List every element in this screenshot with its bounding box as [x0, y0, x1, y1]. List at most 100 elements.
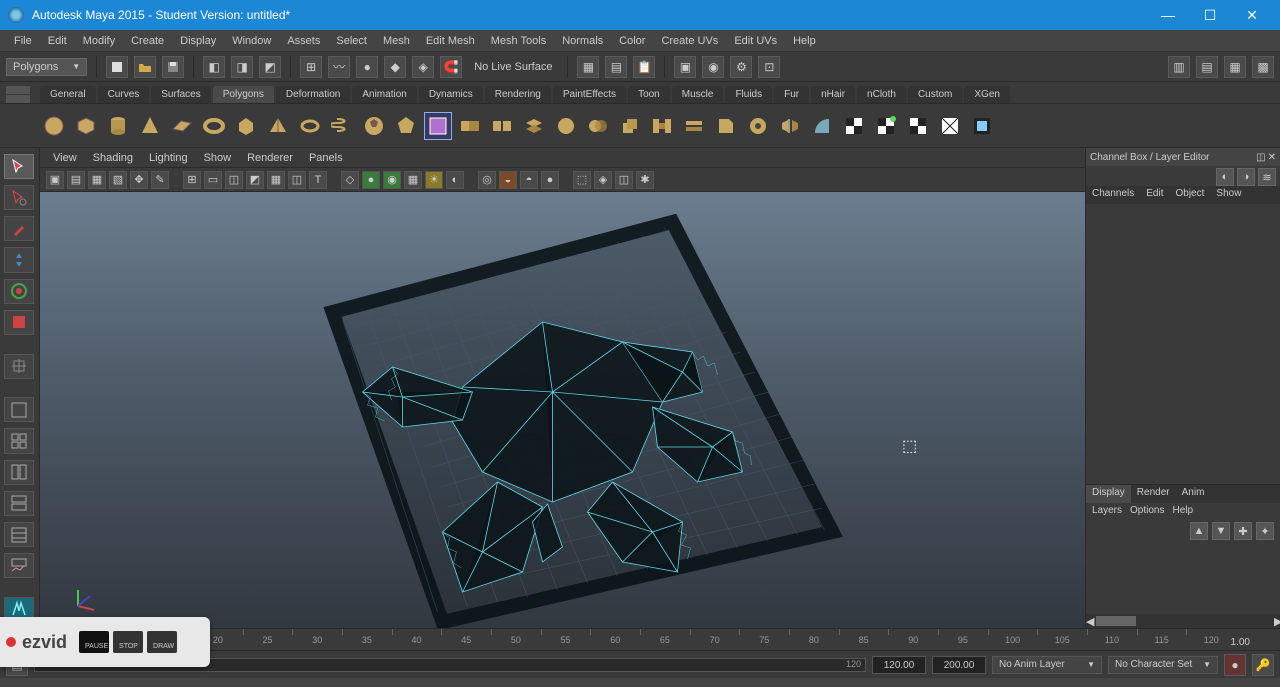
bookmarks-button[interactable]: ▦ [88, 171, 106, 189]
field-chart-button[interactable]: ▦ [267, 171, 285, 189]
render-frame-button[interactable]: ▣ [674, 56, 696, 78]
xray-button[interactable]: ◒ [499, 171, 517, 189]
layers-menu[interactable]: Layers [1092, 505, 1122, 516]
image-plane-button[interactable]: ▧ [109, 171, 127, 189]
panel-undock-button[interactable]: ◫ [1256, 152, 1265, 163]
menu-create[interactable]: Create [123, 33, 172, 49]
channel-manip-button[interactable]: ◐ [1216, 168, 1234, 186]
separate-button[interactable] [488, 112, 516, 140]
render-view-button[interactable]: ⊡ [758, 56, 780, 78]
single-pane-button[interactable] [4, 397, 34, 422]
selection-mask-component-button[interactable]: ◩ [259, 56, 281, 78]
playback-start-field[interactable]: 120.00 [872, 656, 926, 674]
layer-anim-tab[interactable]: Anim [1176, 485, 1211, 503]
ezvid-draw-button[interactable]: DRAW [147, 631, 177, 653]
two-pane-side-button[interactable] [4, 460, 34, 485]
rotate-tool-button[interactable] [4, 279, 34, 304]
move-layer-down-button[interactable]: ▼ [1212, 522, 1230, 540]
select-tool-button[interactable] [4, 154, 34, 179]
shelf-tab-animation[interactable]: Animation [352, 86, 416, 103]
sculpt-button[interactable] [808, 112, 836, 140]
selection-mask-hierarchy-button[interactable]: ◧ [203, 56, 225, 78]
grid-toggle-button[interactable]: ⊞ [183, 171, 201, 189]
layer-options-menu[interactable]: Options [1130, 505, 1164, 516]
toggle-attribute-editor-button[interactable]: ▥ [1168, 56, 1190, 78]
render-settings-button[interactable]: ⚙ [730, 56, 752, 78]
poly-helix-button[interactable] [328, 112, 356, 140]
four-pane-button[interactable] [4, 428, 34, 453]
construction-history-button[interactable]: ▦ [577, 56, 599, 78]
make-live-button[interactable]: 🧲 [440, 56, 462, 78]
snap-grid-button[interactable]: ⊞ [300, 56, 322, 78]
append-button[interactable] [680, 112, 708, 140]
bridge-button[interactable] [648, 112, 676, 140]
wire-on-shaded-button[interactable]: ◉ [383, 171, 401, 189]
shelf-tab-dynamics[interactable]: Dynamics [419, 86, 483, 103]
camera-attr-button[interactable]: ▤ [67, 171, 85, 189]
menu-help[interactable]: Help [785, 33, 824, 49]
view-menu-show[interactable]: Show [197, 151, 239, 165]
layer-render-tab[interactable]: Render [1131, 485, 1176, 503]
toggle-tool-settings-button[interactable]: ▤ [1196, 56, 1218, 78]
workspace-mode-dropdown[interactable]: Polygons▼ [6, 58, 87, 76]
layer-display-tab[interactable]: Display [1086, 485, 1131, 503]
shelf-tab-curves[interactable]: Curves [98, 86, 150, 103]
film-gate-button[interactable]: ▭ [204, 171, 222, 189]
set-key-button[interactable]: 🔑 [1252, 654, 1274, 676]
auto-key-button[interactable]: ● [1224, 654, 1246, 676]
smooth-button[interactable] [552, 112, 580, 140]
input-operations-button[interactable]: ▤ [605, 56, 627, 78]
extract-button[interactable] [520, 112, 548, 140]
menu-window[interactable]: Window [224, 33, 279, 49]
shelf-tab-deformation[interactable]: Deformation [276, 86, 350, 103]
poly-platonic-button[interactable] [392, 112, 420, 140]
menu-edit-mesh[interactable]: Edit Mesh [418, 33, 483, 49]
scale-tool-button[interactable] [4, 310, 34, 335]
spherical-uv-button[interactable] [904, 112, 932, 140]
toggle-channel-box-button[interactable]: ▦ [1224, 56, 1246, 78]
shelf-tab-ncloth[interactable]: nCloth [857, 86, 906, 103]
menu-normals[interactable]: Normals [554, 33, 611, 49]
perspective-viewport[interactable]: ⬚ [40, 192, 1085, 628]
channel-speed-button[interactable]: ◑ [1237, 168, 1255, 186]
outliner-layout-button[interactable] [4, 522, 34, 547]
use-lights-button[interactable]: ☀ [425, 171, 443, 189]
poly-pipe-button[interactable] [296, 112, 324, 140]
poly-cube-button[interactable] [72, 112, 100, 140]
channel-hyperbolic-button[interactable]: ≋ [1258, 168, 1276, 186]
snap-curve-button[interactable]: 〰 [328, 56, 350, 78]
snap-plane-button[interactable]: ◆ [384, 56, 406, 78]
channels-tab[interactable]: Channels [1086, 186, 1140, 204]
open-scene-button[interactable] [134, 56, 156, 78]
poly-torus-button[interactable] [200, 112, 228, 140]
menu-edit-uvs[interactable]: Edit UVs [726, 33, 785, 49]
fill-hole-button[interactable] [744, 112, 772, 140]
depth-of-field-button[interactable]: ◫ [615, 171, 633, 189]
view-menu-shading[interactable]: Shading [86, 151, 140, 165]
ipr-render-button[interactable]: ◉ [702, 56, 724, 78]
menu-create-uvs[interactable]: Create UVs [653, 33, 726, 49]
shelf-switcher[interactable] [6, 86, 30, 103]
menu-file[interactable]: File [6, 33, 40, 49]
layer-help-menu[interactable]: Help [1172, 505, 1193, 516]
persp-graph-layout-button[interactable] [4, 553, 34, 578]
paint-select-tool-button[interactable] [4, 216, 34, 241]
new-layer-selected-button[interactable]: ✦ [1256, 522, 1274, 540]
shelf-tab-muscle[interactable]: Muscle [672, 86, 724, 103]
ezvid-stop-button[interactable]: STOP [113, 631, 143, 653]
planar-uv-button[interactable] [840, 112, 868, 140]
lasso-tool-button[interactable] [4, 185, 34, 210]
poly-type-button[interactable] [424, 112, 452, 140]
poly-sphere-button[interactable] [40, 112, 68, 140]
new-scene-button[interactable] [106, 56, 128, 78]
menu-select[interactable]: Select [328, 33, 375, 49]
exposure-button[interactable]: ✱ [636, 171, 654, 189]
shelf-tab-painteffects[interactable]: PaintEffects [553, 86, 626, 103]
shelf-tab-custom[interactable]: Custom [908, 86, 962, 103]
menu-modify[interactable]: Modify [75, 33, 123, 49]
safe-title-button[interactable]: T [309, 171, 327, 189]
uv-editor-button[interactable] [968, 112, 996, 140]
extrude-button[interactable] [616, 112, 644, 140]
selection-mask-object-button[interactable]: ◨ [231, 56, 253, 78]
view-menu-panels[interactable]: Panels [302, 151, 350, 165]
